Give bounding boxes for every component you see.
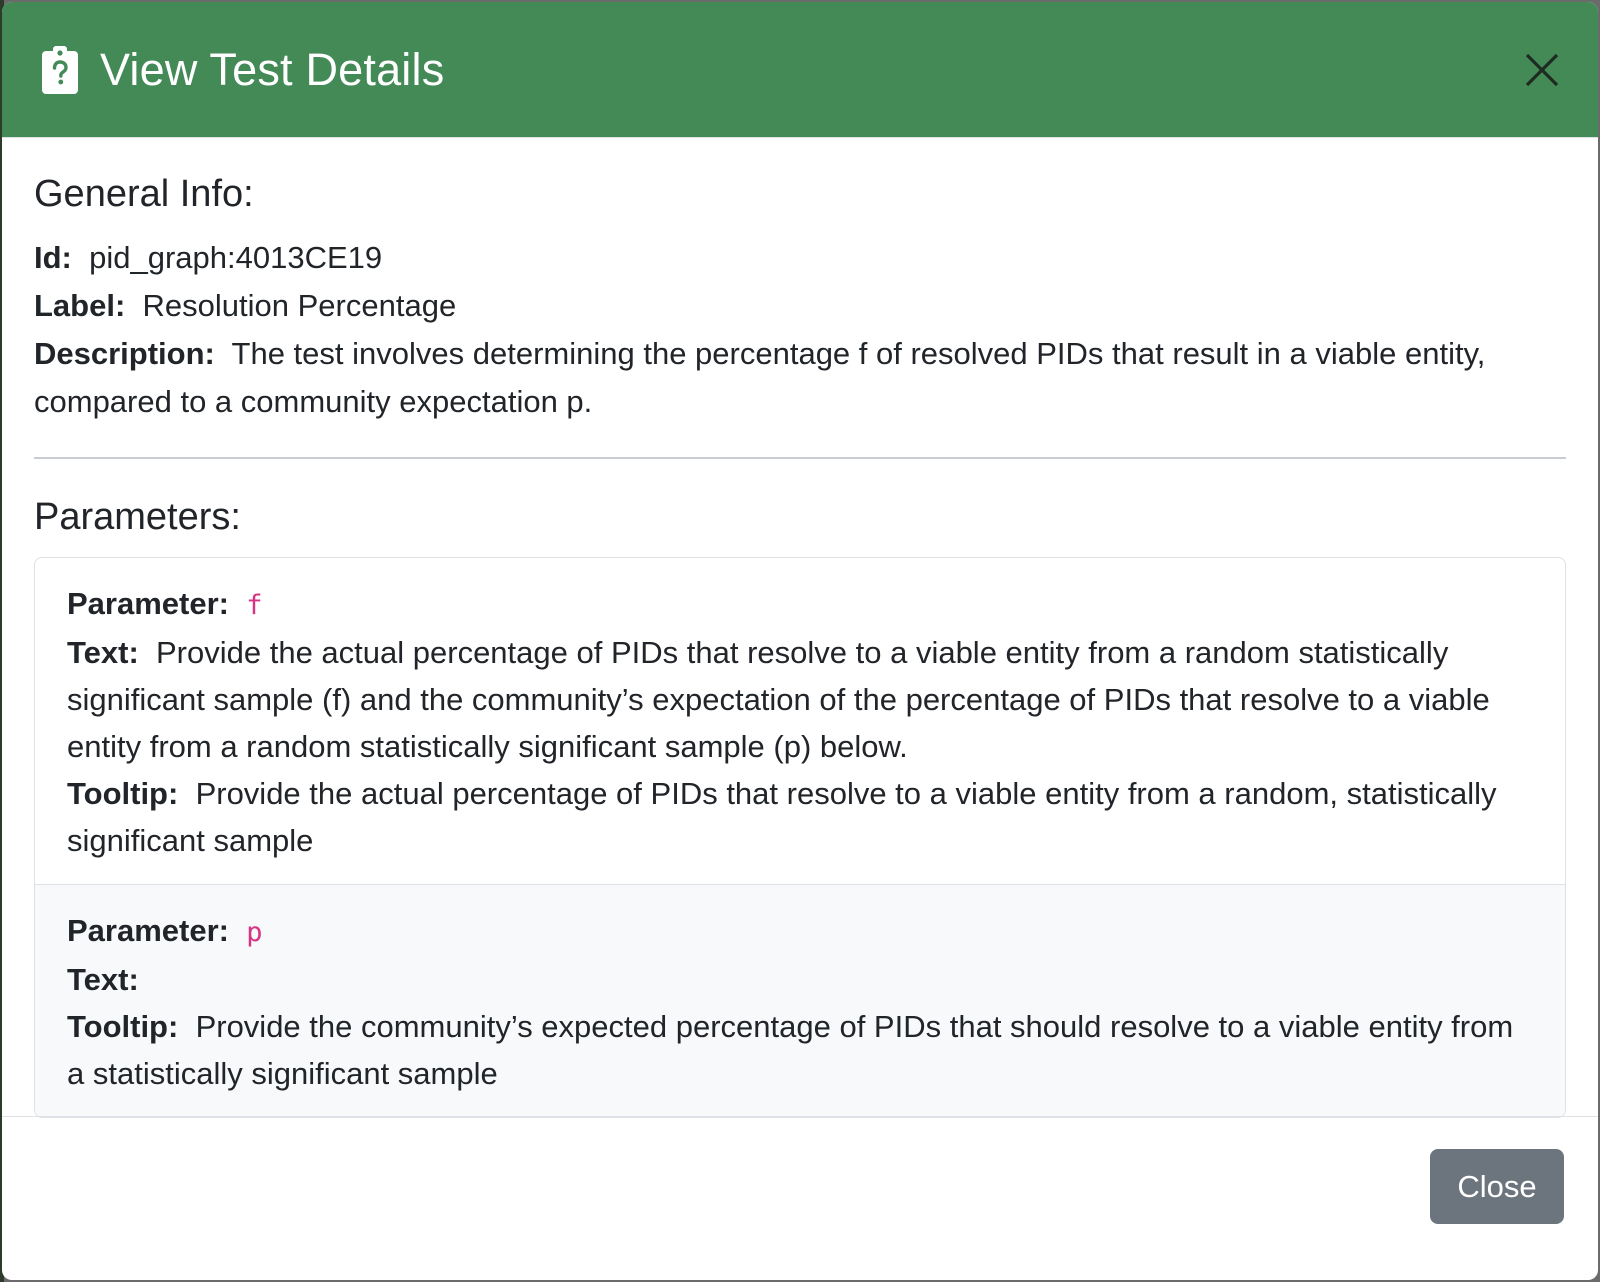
id-row: Id: pid_graph:4013CE19 [34, 234, 1566, 282]
parameter-row: Parameter: f [67, 580, 1533, 629]
parameter-label: Parameter: [67, 586, 229, 621]
parameter-list: Parameter: f Text: Provide the actual pe… [34, 557, 1566, 1118]
parameter-item-f: Parameter: f Text: Provide the actual pe… [35, 558, 1565, 884]
label-value: Resolution Percentage [142, 288, 457, 323]
tooltip-value: Provide the community’s expected percent… [67, 1009, 1514, 1091]
close-icon[interactable] [1522, 50, 1562, 90]
label-row: Label: Resolution Percentage [34, 282, 1566, 330]
text-value: Provide the actual percentage of PIDs th… [67, 635, 1490, 764]
modal-body: General Info: Id: pid_graph:4013CE19 Lab… [2, 138, 1598, 1118]
description-value: The test involves determining the percen… [34, 336, 1486, 419]
parameter-name: p [246, 917, 263, 948]
description-label: Description: [34, 336, 215, 371]
parameter-label: Parameter: [67, 913, 229, 948]
parameters-heading: Parameters: [34, 496, 241, 538]
parameter-row: Parameter: p [67, 907, 1533, 956]
label-label: Label: [34, 288, 126, 323]
text-label: Text: [67, 962, 139, 997]
modal-header: View Test Details [2, 2, 1598, 138]
tooltip-value: Provide the actual percentage of PIDs th… [67, 776, 1497, 858]
close-button[interactable]: Close [1430, 1149, 1564, 1224]
text-label: Text: [67, 635, 139, 670]
tooltip-row: Tooltip: Provide the community’s expecte… [67, 1003, 1533, 1097]
id-label: Id: [34, 240, 72, 275]
clipboard-question-icon [40, 45, 80, 95]
general-info: Id: pid_graph:4013CE19 Label: Resolution… [34, 234, 1566, 426]
tooltip-label: Tooltip: [67, 1009, 179, 1044]
tooltip-label: Tooltip: [67, 776, 179, 811]
parameter-name: f [246, 590, 263, 621]
description-row: Description: The test involves determini… [34, 330, 1566, 426]
id-value: pid_graph:4013CE19 [89, 240, 383, 275]
text-row: Text: Provide the actual percentage of P… [67, 629, 1533, 770]
section-divider [34, 457, 1566, 459]
general-info-heading: General Info: [34, 173, 254, 215]
tooltip-row: Tooltip: Provide the actual percentage o… [67, 770, 1533, 864]
text-row: Text: [67, 956, 1533, 1003]
test-details-modal: View Test Details General Info: Id: pid_… [2, 2, 1598, 1280]
parameter-item-p: Parameter: p Text: Tooltip: Provide the … [35, 884, 1565, 1117]
modal-title: View Test Details [100, 43, 445, 95]
modal-footer: Close [2, 1116, 1598, 1280]
